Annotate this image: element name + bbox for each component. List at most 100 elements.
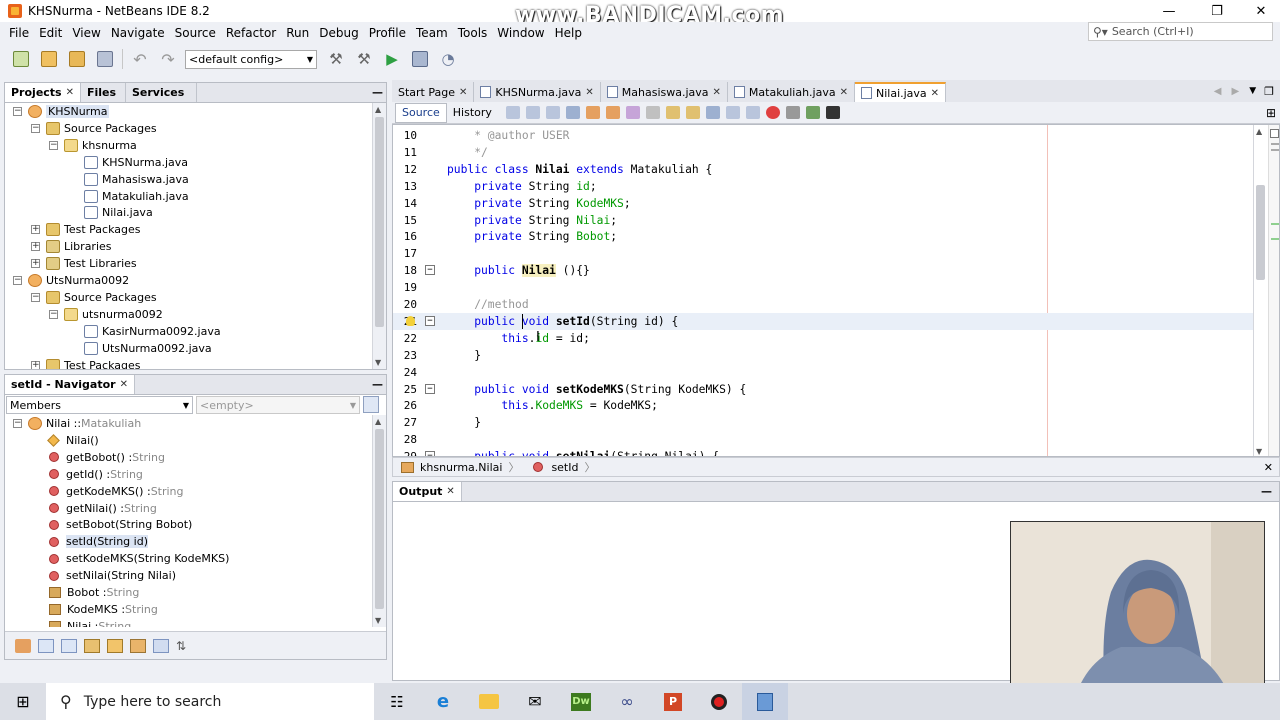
collapse-icon[interactable]: − <box>13 419 22 428</box>
close-tab-icon[interactable]: ✕ <box>459 87 467 98</box>
save-all-button[interactable] <box>94 48 116 70</box>
close-tab-icon[interactable]: ✕ <box>713 87 721 98</box>
menu-tools[interactable]: Tools <box>453 26 493 40</box>
tree-item[interactable]: − KHSNurma <box>13 103 110 120</box>
menu-team[interactable]: Team <box>411 26 453 40</box>
navigator-member[interactable]: setId(String id) <box>49 533 148 550</box>
expand-icon[interactable]: + <box>31 225 40 235</box>
editor-scrollbar[interactable]: ▲ ▼ <box>1253 125 1267 456</box>
next-bookmark-icon[interactable] <box>685 106 700 119</box>
expand-icon[interactable]: + <box>31 242 40 252</box>
tab-navigator[interactable]: setId - Navigator ✕ <box>5 375 135 394</box>
tree-item[interactable]: Mahasiswa.java <box>67 171 189 188</box>
navigator-member[interactable]: getBobot() : String <box>49 449 165 466</box>
hierarchy-icon[interactable] <box>15 638 31 653</box>
file-explorer-button[interactable] <box>466 683 512 720</box>
code-editor[interactable]: 10 * @author USER 11 */12 public class Nil… <box>392 124 1280 457</box>
scroll-left-icon[interactable]: ◀ <box>1214 86 1222 97</box>
navigator-member[interactable]: setBobot(String Bobot) <box>49 516 192 533</box>
collapse-icon[interactable]: − <box>49 309 58 319</box>
navigator-member[interactable]: − Nilai :: Matakuliah <box>13 415 141 432</box>
last-edit-icon[interactable] <box>505 106 520 119</box>
tree-item[interactable]: − Source Packages <box>31 289 157 306</box>
navigator-member[interactable]: KodeMKS : String <box>49 601 158 618</box>
tree-item[interactable]: KasirNurma0092.java <box>67 323 221 340</box>
editor-tab[interactable]: Nilai.java ✕ <box>854 82 947 102</box>
fold-icon[interactable]: − <box>425 383 435 394</box>
show-private-icon[interactable] <box>84 638 100 653</box>
tree-item[interactable]: − UtsNurma0092 <box>13 272 129 289</box>
code-line[interactable]: 27 } <box>393 414 1253 431</box>
code-line[interactable]: 26 this.KodeMKS = KodeMKS; <box>393 397 1253 414</box>
show-static-icon[interactable] <box>61 638 77 653</box>
code-line[interactable]: 16 private String Bobot; <box>393 228 1253 245</box>
menu-view[interactable]: View <box>67 26 105 40</box>
close-breadcrumb-icon[interactable]: ✕ <box>1264 461 1273 474</box>
collapse-icon[interactable]: − <box>31 292 40 302</box>
close-icon[interactable]: ✕ <box>446 486 454 497</box>
breadcrumb-method[interactable]: setId <box>551 461 578 474</box>
config-select[interactable]: <default config> ▼ <box>185 49 317 69</box>
tree-item[interactable]: + Test Packages <box>31 357 140 369</box>
tab-history[interactable]: History <box>447 103 498 123</box>
menu-debug[interactable]: Debug <box>314 26 363 40</box>
menu-help[interactable]: Help <box>550 26 587 40</box>
forward-icon[interactable] <box>545 106 560 119</box>
members-select[interactable]: Members ▼ <box>6 396 193 414</box>
back-icon[interactable] <box>525 106 540 119</box>
split-editor-icon[interactable]: ⊞ <box>1266 106 1276 120</box>
collapse-icon[interactable]: − <box>13 107 22 116</box>
maximize-button[interactable]: ❐ <box>1194 0 1240 22</box>
debug-button[interactable] <box>409 48 431 70</box>
uncomment-icon[interactable] <box>825 106 840 119</box>
previous-bookmark-icon[interactable] <box>665 106 680 119</box>
bandicam-button[interactable] <box>696 683 742 720</box>
code-line[interactable]: 17 <box>393 245 1253 262</box>
toggle-rect-select-icon[interactable] <box>645 106 660 119</box>
expand-icon[interactable]: + <box>31 360 40 369</box>
code-line[interactable]: 13 private String id; <box>393 178 1253 195</box>
tab-source[interactable]: Source <box>395 102 447 123</box>
code-line[interactable]: 23 } <box>393 347 1253 364</box>
navigator-member[interactable]: getId() : String <box>49 466 143 483</box>
tab-files[interactable]: Files <box>81 83 126 102</box>
scroll-right-icon[interactable]: ▶ <box>1232 86 1240 97</box>
toggle-bookmark-icon[interactable] <box>705 106 720 119</box>
close-icon[interactable]: ✕ <box>120 379 128 390</box>
code-line[interactable]: 11 */ <box>393 144 1253 161</box>
show-inherited-icon[interactable] <box>107 638 123 653</box>
document-list-icon[interactable]: ▼ <box>1249 86 1256 96</box>
menu-window[interactable]: Window <box>492 26 549 40</box>
close-icon[interactable]: ✕ <box>66 87 74 98</box>
expand-icon[interactable]: + <box>31 259 40 269</box>
find-next-icon[interactable] <box>605 106 620 119</box>
code-line[interactable]: 14 private String KodeMKS; <box>393 195 1253 212</box>
tree-item[interactable]: − khsnurma <box>49 137 137 154</box>
start-macro-icon[interactable] <box>765 106 780 119</box>
tab-projects[interactable]: Projects ✕ <box>5 83 81 102</box>
sort-by-name-icon[interactable] <box>153 638 169 653</box>
code-line[interactable]: 20 //method <box>393 296 1253 313</box>
menu-profile[interactable]: Profile <box>364 26 411 40</box>
minimize-button[interactable]: — <box>1146 0 1192 22</box>
toggle-highlight-icon[interactable] <box>625 106 640 119</box>
code-line[interactable]: 25− public void setKodeMKS(String KodeMK… <box>393 381 1253 398</box>
clean-build-button[interactable]: ⚒ <box>353 48 375 70</box>
shift-left-icon[interactable] <box>725 106 740 119</box>
menu-refactor[interactable]: Refactor <box>221 26 281 40</box>
shift-right-icon[interactable] <box>745 106 760 119</box>
find-icon[interactable] <box>565 106 580 119</box>
tree-item[interactable]: + Test Packages <box>31 221 140 238</box>
run-button[interactable]: ▶ <box>381 48 403 70</box>
menu-run[interactable]: Run <box>281 26 314 40</box>
code-line[interactable]: 12 public class Nilai extends Matakuliah … <box>393 161 1253 178</box>
navigator-filter-select[interactable]: <empty> ▼ <box>196 396 360 414</box>
sort-by-source-icon[interactable]: ⇅ <box>176 639 192 653</box>
tree-item[interactable]: − utsnurma0092 <box>49 306 163 323</box>
app-button[interactable]: ∞ <box>604 683 650 720</box>
collapse-icon[interactable]: − <box>13 276 22 285</box>
close-tab-icon[interactable]: ✕ <box>585 87 593 98</box>
netbeans-button[interactable] <box>742 683 788 720</box>
collapse-icon[interactable]: − <box>31 123 40 133</box>
new-project-button[interactable] <box>38 48 60 70</box>
